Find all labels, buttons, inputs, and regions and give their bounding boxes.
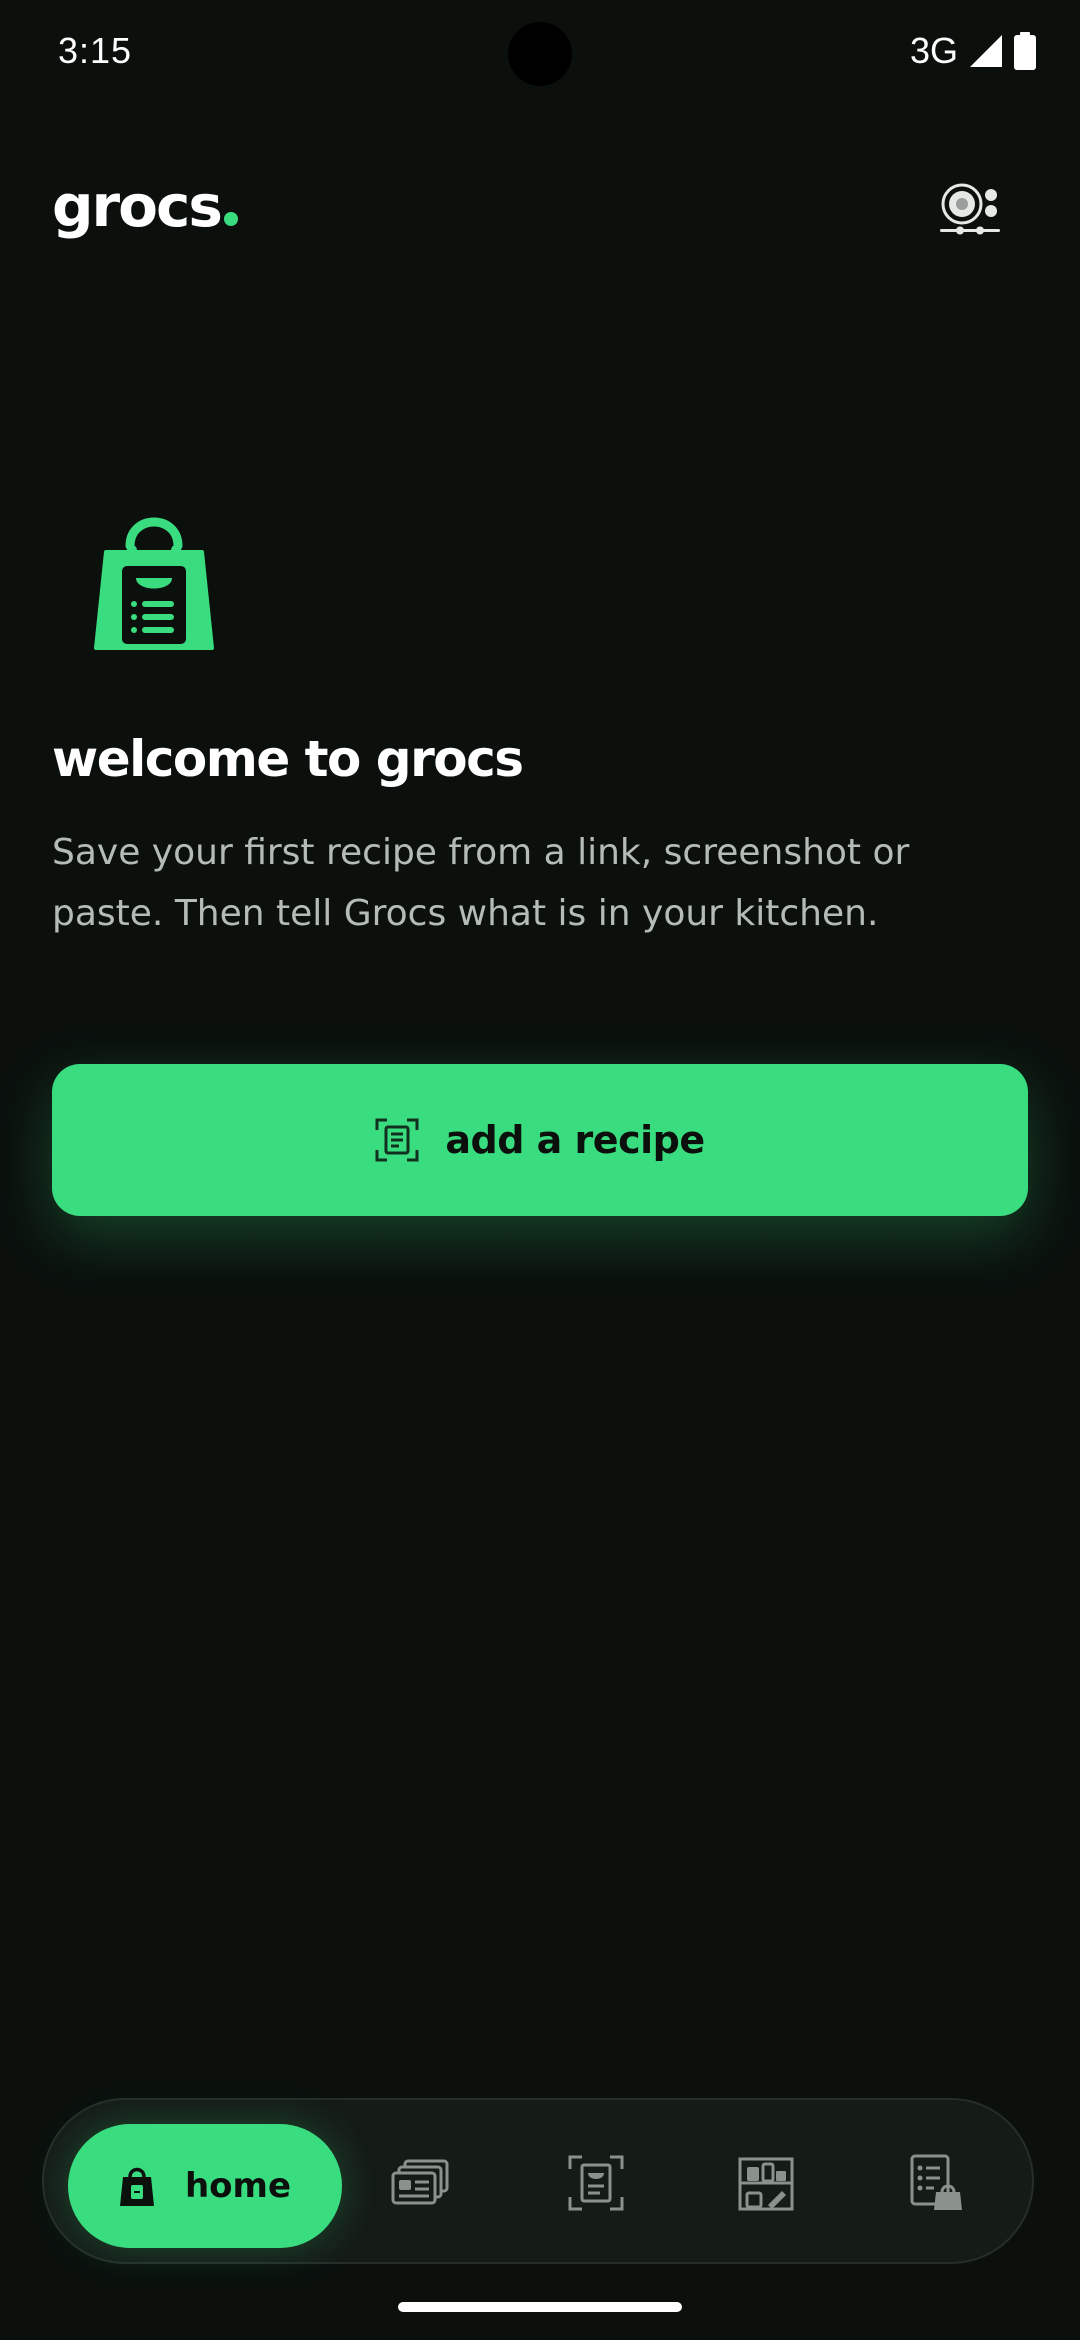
camera-cutout xyxy=(508,22,572,86)
battery-icon xyxy=(1014,32,1036,70)
status-indicators: 3G xyxy=(910,30,1036,72)
brand-dot xyxy=(223,212,238,226)
nav-recipes[interactable] xyxy=(380,2143,460,2223)
grocery-bag-icon xyxy=(94,517,214,650)
scan-recipe-icon xyxy=(375,1118,419,1162)
pantry-shelf-icon xyxy=(738,2157,794,2211)
nav-shopping-list[interactable] xyxy=(896,2143,976,2223)
welcome-title: welcome to grocs xyxy=(52,730,524,788)
add-recipe-label: add a recipe xyxy=(445,1118,705,1162)
scan-recipe-icon xyxy=(568,2155,624,2211)
add-recipe-button[interactable]: add a recipe xyxy=(52,1064,1028,1216)
recipes-stack-icon xyxy=(391,2159,449,2205)
preferences-icon xyxy=(940,183,1000,235)
brand-wordmark: grocs xyxy=(52,172,223,240)
nav-scan[interactable] xyxy=(556,2143,636,2223)
signal-icon xyxy=(970,35,1002,67)
status-time: 3:15 xyxy=(58,30,133,71)
nav-pantry[interactable] xyxy=(726,2143,806,2223)
shopping-list-icon xyxy=(910,2154,962,2210)
brand-logo: grocs xyxy=(52,172,238,240)
nav-home-label: home xyxy=(184,2166,292,2206)
network-label: 3G xyxy=(909,30,958,71)
welcome-message: Save your first recipe from a link, scre… xyxy=(52,832,910,934)
nav-home[interactable]: home xyxy=(68,2124,342,2248)
grocery-bag-icon xyxy=(119,2167,154,2206)
home-indicator[interactable] xyxy=(398,2302,682,2312)
bottom-nav: home xyxy=(42,2098,1034,2264)
preferences-button[interactable] xyxy=(930,170,1010,250)
screen: 3:15 3G grocs welcome to grocs Save your… xyxy=(0,0,1080,2340)
